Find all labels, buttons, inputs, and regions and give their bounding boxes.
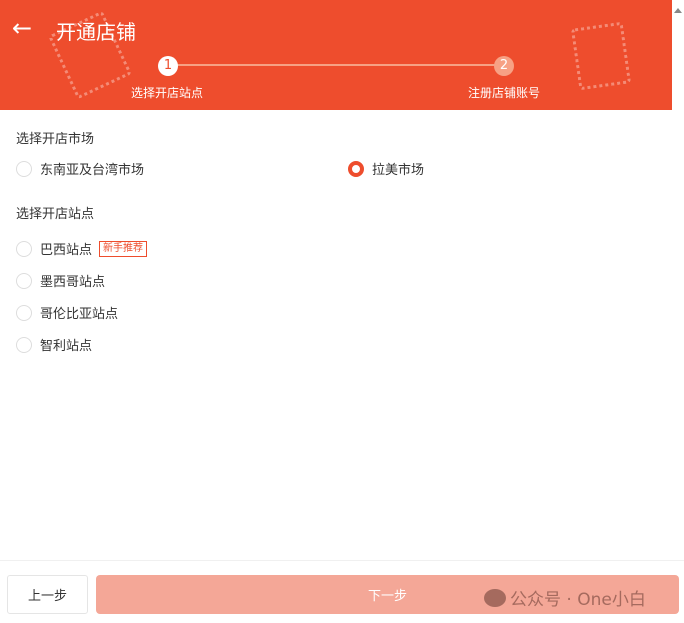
market-option-sea[interactable]: 东南亚及台湾市场 [16,159,144,178]
header: ← 开通店铺 1 2 选择开店站点 注册店铺账号 [0,0,672,110]
option-label: 拉美市场 [372,163,425,178]
market-option-latam[interactable]: 拉美市场 [348,159,424,178]
site-option-brazil[interactable]: 巴西站点 新手推荐 [16,239,148,258]
option-label: 哥伦比亚站点 [40,307,119,322]
back-arrow-icon[interactable]: ← [12,14,32,42]
prev-step-button[interactable]: 上一步 [7,575,88,614]
radio-icon[interactable] [16,336,32,353]
step-2-indicator: 2 [494,56,514,76]
recommend-badge: 新手推荐 [99,240,148,257]
site-option-mexico[interactable]: 墨西哥站点 [16,271,105,290]
step-1-label: 选择开店站点 [131,86,204,100]
option-label: 巴西站点 [40,243,93,258]
wechat-icon [484,588,506,607]
radio-icon[interactable] [16,240,32,257]
radio-icon[interactable] [16,304,32,321]
scrollbar[interactable] [672,0,684,623]
option-label: 东南亚及台湾市场 [40,163,145,178]
radio-checked-icon[interactable] [348,160,364,177]
site-option-colombia[interactable]: 哥伦比亚站点 [16,303,118,322]
bag-decoration-icon [570,21,632,91]
radio-icon[interactable] [16,160,32,177]
site-heading: 选择开店站点 [16,207,95,222]
site-option-chile[interactable]: 智利站点 [16,335,92,354]
footer: 上一步 下一步 公众号 · One小白 [0,560,684,623]
step-1-indicator: 1 [158,56,178,76]
radio-icon[interactable] [16,272,32,289]
scroll-up-icon[interactable] [674,8,682,13]
watermark-text: 公众号 · One小白 [510,590,646,610]
option-label: 智利站点 [40,339,93,354]
option-label: 墨西哥站点 [40,275,106,290]
step-connector [176,64,504,66]
market-heading: 选择开店市场 [16,132,95,147]
step-2-label: 注册店铺账号 [468,86,541,100]
watermark: 公众号 · One小白 [484,585,646,610]
page-title: 开通店铺 [56,20,136,44]
